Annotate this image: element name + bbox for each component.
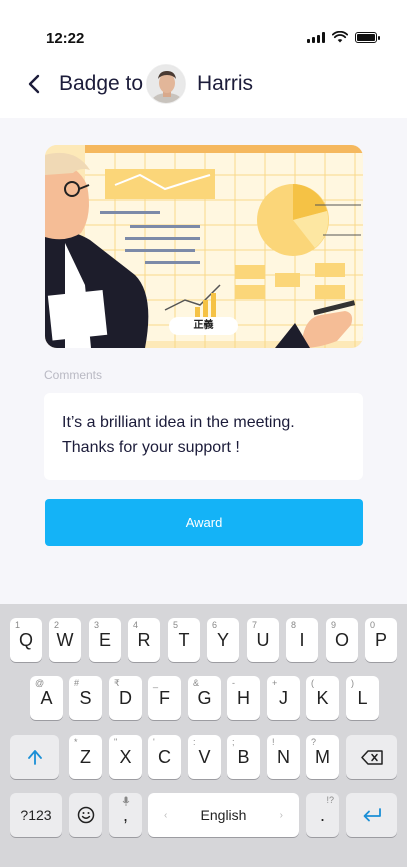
comments-label: Comments (44, 368, 103, 382)
key-w[interactable]: 2W (49, 618, 81, 662)
recipient-name: Harris (197, 72, 253, 95)
key-m[interactable]: ? M (306, 735, 339, 779)
battery-icon (355, 31, 380, 43)
keyboard: 1Q 2W 3E 4R 5T 6Y 7U 8I 9O 0P @ A # S ₹ D _… (0, 604, 407, 867)
key-q[interactable]: 1Q (10, 618, 42, 662)
key-n[interactable]: ! N (267, 735, 300, 779)
space-key[interactable]: ‹ English › (148, 793, 299, 837)
key-a[interactable]: @ A (30, 676, 63, 720)
key-o[interactable]: 9O (326, 618, 358, 662)
key-c[interactable]: ' C (148, 735, 181, 779)
key-l[interactable]: ) L (346, 676, 379, 720)
wifi-icon (332, 31, 348, 43)
key-s[interactable]: # S (69, 676, 102, 720)
key-g[interactable]: & G (188, 676, 221, 720)
signal-icon (307, 31, 325, 43)
award-button[interactable]: Award (45, 499, 363, 546)
chevron-left-icon: ‹ (164, 809, 168, 821)
status-bar: 12:22 (0, 0, 407, 60)
backspace-key[interactable] (346, 735, 397, 779)
key-i[interactable]: 8I (286, 618, 318, 662)
key-e[interactable]: 3E (89, 618, 121, 662)
enter-icon (363, 808, 381, 822)
back-button[interactable] (22, 72, 46, 96)
main-content: 正義 Comments It’s a brilliant idea in the… (0, 118, 407, 604)
key-h[interactable]: -H (227, 676, 260, 720)
key-b[interactable]: ; B (227, 735, 260, 779)
key-x[interactable]: " X (109, 735, 142, 779)
period-key[interactable]: !?. (306, 793, 339, 837)
key-d[interactable]: ₹ D (109, 676, 142, 720)
comment-input[interactable]: It’s a brilliant idea in the meeting. Th… (44, 393, 363, 480)
key-k[interactable]: (K (306, 676, 339, 720)
key-v[interactable]: :V (188, 735, 221, 779)
comma-key[interactable]: , (109, 793, 142, 837)
status-icons (307, 31, 380, 43)
shift-arrow-icon (27, 750, 42, 765)
key-f[interactable]: _ F (148, 676, 181, 720)
badge-image: 正義 (45, 145, 363, 348)
badge-label: 正義 (169, 317, 238, 335)
status-time: 12:22 (46, 30, 85, 47)
chevron-right-icon: › (279, 809, 283, 821)
backspace-icon (360, 749, 383, 765)
mic-icon (122, 796, 130, 806)
header: Badge to Harris (0, 60, 407, 118)
emoji-icon (77, 806, 94, 824)
header-title: Badge to (59, 72, 144, 95)
key-r[interactable]: 4R (128, 618, 160, 662)
chevron-left-icon (28, 74, 40, 94)
key-t[interactable]: 5T (168, 618, 200, 662)
key-y[interactable]: 6Y (207, 618, 239, 662)
key-p[interactable]: 0P (365, 618, 397, 662)
key-j[interactable]: + J (267, 676, 300, 720)
enter-key[interactable] (346, 793, 397, 837)
key-u[interactable]: 7U (247, 618, 279, 662)
symbols-key[interactable]: ?123 (10, 793, 62, 837)
emoji-key[interactable] (69, 793, 102, 837)
shift-key[interactable] (10, 735, 59, 779)
avatar (146, 64, 186, 104)
key-z[interactable]: * Z (69, 735, 102, 779)
